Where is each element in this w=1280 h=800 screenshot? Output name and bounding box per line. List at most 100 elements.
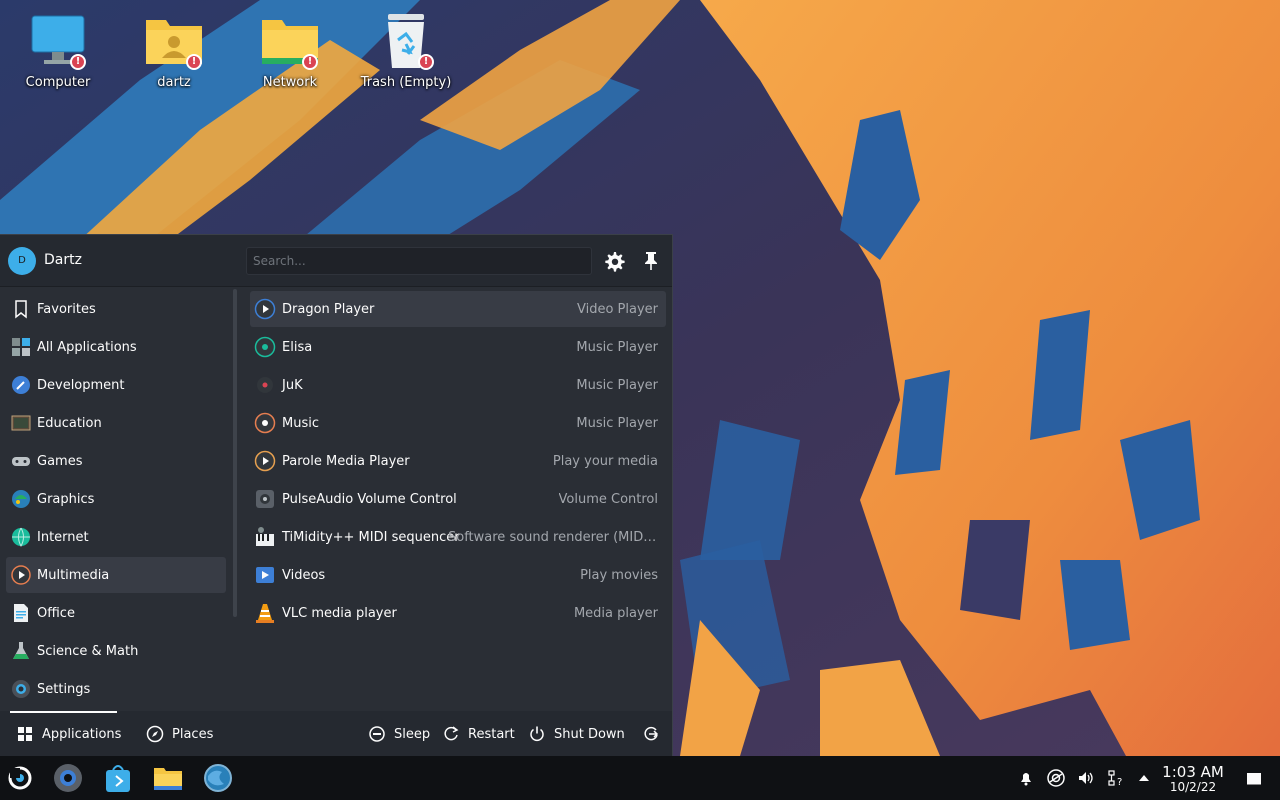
category-favorites[interactable]: Favorites xyxy=(6,291,226,327)
launcher-header: D Dartz xyxy=(0,235,672,287)
power-icon xyxy=(530,726,544,742)
user-name[interactable]: Dartz xyxy=(44,252,82,268)
restart-button[interactable]: Restart xyxy=(442,723,515,745)
clock-time[interactable]: 1:03 AM xyxy=(1158,763,1228,781)
vlc-icon xyxy=(254,602,276,624)
category-settings[interactable]: Settings xyxy=(6,671,226,707)
category-education[interactable]: Education xyxy=(6,405,226,441)
gamepad-icon xyxy=(11,451,31,471)
app-name: Music xyxy=(282,415,319,431)
warning-badge-icon: ! xyxy=(302,54,318,70)
tab-label: Applications xyxy=(42,726,122,742)
avatar[interactable]: D xyxy=(8,247,36,275)
notifications-tray[interactable] xyxy=(1017,769,1035,787)
volume-tray[interactable] xyxy=(1077,769,1095,787)
app-parole[interactable]: Parole Media Player Play your media xyxy=(250,443,666,479)
app-videos[interactable]: Videos Play movies xyxy=(250,557,666,593)
desktop-icon-network[interactable]: ! Network xyxy=(232,10,348,100)
category-games[interactable]: Games xyxy=(6,443,226,479)
desktop-icon-home[interactable]: ! dartz xyxy=(116,10,232,100)
app-launcher-button[interactable] xyxy=(4,762,36,794)
shutdown-button[interactable]: Shut Down xyxy=(528,723,625,745)
category-label: Settings xyxy=(37,681,91,697)
configure-button[interactable] xyxy=(602,249,626,273)
volume-icon xyxy=(1079,772,1093,784)
desktop-icon-label: Network xyxy=(262,75,318,90)
app-description: Video Player xyxy=(576,301,658,317)
web-browser-launcher[interactable] xyxy=(202,762,234,794)
app-juk[interactable]: JuK Music Player xyxy=(250,367,666,403)
network-disconnected-icon: ? xyxy=(1108,770,1122,787)
app-music[interactable]: Music Music Player xyxy=(250,405,666,441)
network-tray[interactable]: ? xyxy=(1107,769,1125,787)
tab-places[interactable]: Places xyxy=(146,723,213,745)
app-dragon-player[interactable]: Dragon Player Video Player xyxy=(250,291,666,327)
app-description: Play movies xyxy=(580,567,658,583)
desktop-icon-trash[interactable]: ! Trash (Empty) xyxy=(348,10,464,100)
category-label: Development xyxy=(37,377,125,393)
logout-button[interactable] xyxy=(642,723,668,745)
category-office[interactable]: Office xyxy=(6,595,226,631)
steam-icon xyxy=(1047,769,1065,787)
category-multimedia[interactable]: Multimedia xyxy=(6,557,226,593)
globe-icon xyxy=(11,527,31,547)
desktop-icon-label: dartz xyxy=(157,75,191,90)
tab-applications[interactable]: Applications xyxy=(16,723,121,745)
app-description: Software sound renderer (MIDI ... xyxy=(448,529,658,545)
chevron-up-icon xyxy=(1139,775,1149,781)
warning-badge-icon: ! xyxy=(418,54,434,70)
all-apps-icon xyxy=(11,337,31,357)
steam-tray[interactable] xyxy=(1047,769,1065,787)
bell-icon xyxy=(1021,773,1031,786)
logout-icon xyxy=(644,726,659,741)
desktop-icon-computer[interactable]: ! Computer xyxy=(0,10,116,100)
app-timidity[interactable]: TiMidity++ MIDI sequencer Software sound… xyxy=(250,519,666,555)
sleep-icon xyxy=(369,726,385,742)
show-desktop-button[interactable] xyxy=(1245,769,1263,787)
system-settings-launcher[interactable] xyxy=(52,762,84,794)
dragon-player-icon xyxy=(254,298,276,320)
discover-icon xyxy=(106,765,130,792)
tray-expand-button[interactable] xyxy=(1135,769,1153,787)
desktop-icon-label: Computer xyxy=(25,75,91,90)
sleep-button[interactable]: Sleep xyxy=(368,723,430,745)
category-label: All Applications xyxy=(37,339,137,355)
app-elisa[interactable]: Elisa Music Player xyxy=(250,329,666,365)
app-name: VLC media player xyxy=(282,605,397,621)
application-list: Dragon Player Video Player Elisa Music P… xyxy=(248,287,668,707)
pin-icon xyxy=(645,252,657,270)
office-icon xyxy=(11,603,31,623)
discover-launcher[interactable] xyxy=(102,762,134,794)
pin-button[interactable] xyxy=(639,249,663,273)
desktop-icon-label: Trash (Empty) xyxy=(360,75,452,90)
file-manager-icon xyxy=(154,768,182,790)
app-name: Parole Media Player xyxy=(282,453,410,469)
launcher-footer: Applications Places Sleep Restart Shut D… xyxy=(0,711,672,757)
home-folder-icon: ! xyxy=(144,10,204,72)
warning-badge-icon: ! xyxy=(186,54,202,70)
app-pulseaudio[interactable]: PulseAudio Volume Control Volume Control xyxy=(250,481,666,517)
taskbar-panel: ? 1:03 AM 10/2/22 xyxy=(0,756,1280,800)
timidity-icon xyxy=(254,526,276,548)
category-label: Science & Math xyxy=(37,643,139,659)
category-science-math[interactable]: Science & Math xyxy=(6,633,226,669)
category-all-applications[interactable]: All Applications xyxy=(6,329,226,365)
videos-icon xyxy=(254,564,276,586)
clock-date[interactable]: 10/2/22 xyxy=(1158,780,1228,794)
category-label: Multimedia xyxy=(37,567,110,583)
app-description: Volume Control xyxy=(558,491,658,507)
education-icon xyxy=(11,413,31,433)
file-manager-launcher[interactable] xyxy=(152,762,184,794)
category-label: Graphics xyxy=(37,491,95,507)
app-name: TiMidity++ MIDI sequencer xyxy=(282,529,460,545)
scrollbar[interactable] xyxy=(233,289,237,617)
warning-badge-icon: ! xyxy=(70,54,86,70)
applications-grid-icon xyxy=(18,727,32,741)
music-icon xyxy=(254,412,276,434)
app-vlc[interactable]: VLC media player Media player xyxy=(250,595,666,631)
category-graphics[interactable]: Graphics xyxy=(6,481,226,517)
category-internet[interactable]: Internet xyxy=(6,519,226,555)
category-development[interactable]: Development xyxy=(6,367,226,403)
search-input[interactable] xyxy=(246,247,592,275)
compass-icon xyxy=(146,725,164,743)
